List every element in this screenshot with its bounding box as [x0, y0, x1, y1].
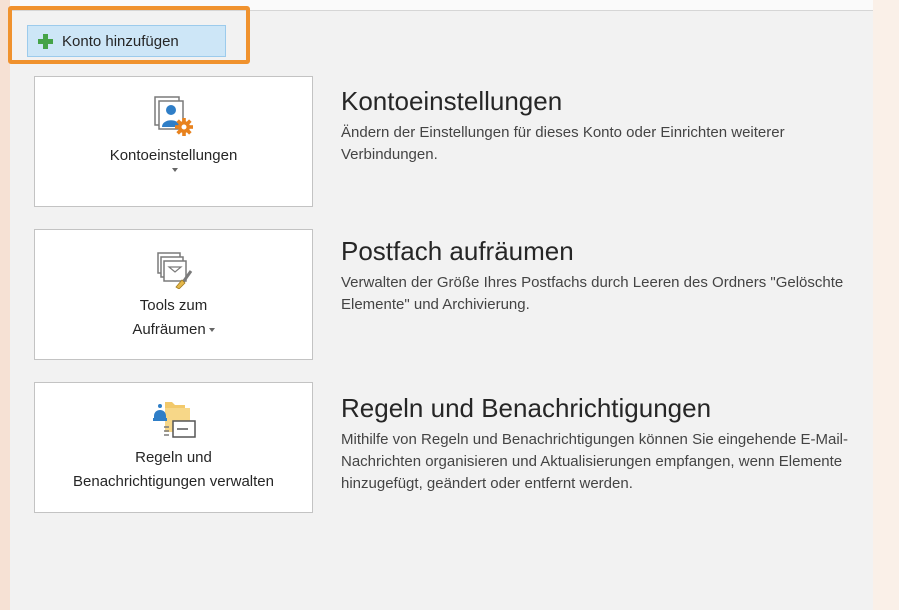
cleanup-section: Postfach aufräumen Verwalten der Größe I… [341, 236, 861, 316]
add-account-label: Konto hinzufügen [62, 32, 179, 50]
account-settings-button[interactable]: Kontoeinstellungen [34, 76, 313, 207]
cleanup-tools-label-line2-wrap: Aufräumen [132, 318, 215, 342]
rules-alerts-section: Regeln und Benachrichtigungen Mithilfe v… [341, 393, 861, 495]
right-frame-edge [873, 0, 899, 610]
dropdown-caret-icon [208, 328, 215, 333]
account-settings-section: Kontoeinstellungen Ändern der Einstellun… [341, 86, 861, 166]
cleanup-tools-label-line1: Tools zum [139, 297, 208, 314]
cleanup-tools-icon [156, 252, 192, 289]
section-description: Verwalten der Größe Ihres Postfachs durc… [341, 274, 844, 313]
cleanup-tools-button[interactable]: Tools zum Aufräumen [34, 229, 313, 360]
section-description: Mithilfe von Regeln und Benachrichtigung… [341, 431, 848, 492]
section-description: Ändern der Einstellungen für dieses Kont… [341, 124, 785, 163]
section-title: Postfach aufräumen [341, 236, 574, 266]
rules-alerts-icon [152, 402, 196, 438]
section-title: Regeln und Benachrichtigungen [341, 393, 712, 423]
left-frame-edge [0, 0, 10, 610]
plus-icon [38, 33, 53, 49]
rules-alerts-button[interactable]: Regeln und Benachrichtigungen verwalten [34, 382, 313, 513]
dropdown-caret-icon [169, 168, 178, 178]
add-account-button[interactable]: Konto hinzufügen [27, 25, 226, 57]
account-settings-icon [153, 96, 193, 136]
section-title: Kontoeinstellungen [341, 86, 563, 116]
cleanup-tools-label-line2: Aufräumen [132, 321, 206, 338]
rules-alerts-label-line1: Regeln und [135, 449, 212, 466]
account-settings-label: Kontoeinstellungen [109, 147, 238, 164]
rules-alerts-label-line2: Benachrichtigungen verwalten [73, 473, 274, 490]
